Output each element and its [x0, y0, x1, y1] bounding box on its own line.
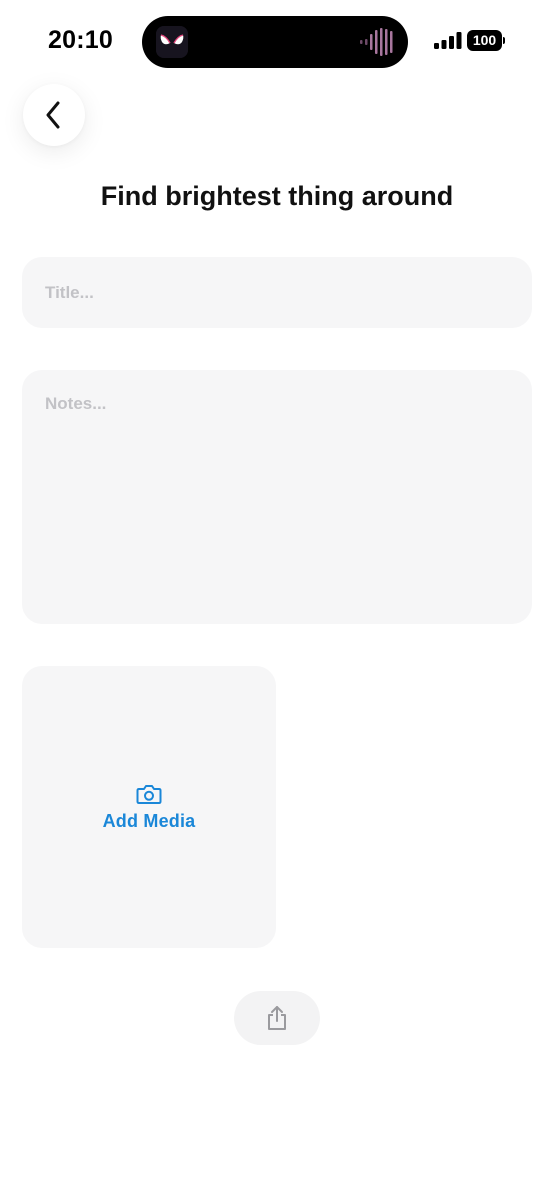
- camera-icon: [136, 784, 162, 804]
- battery-level: 100: [472, 32, 497, 48]
- add-media-button[interactable]: Add Media: [22, 666, 276, 948]
- share-button[interactable]: [234, 991, 320, 1045]
- chevron-left-icon: [46, 101, 60, 129]
- battery-icon: 100: [467, 30, 505, 51]
- notes-field-container: [22, 370, 532, 624]
- notes-input[interactable]: [22, 370, 532, 624]
- title-field-container: [22, 257, 532, 328]
- cellular-signal-icon: [434, 32, 462, 49]
- back-button[interactable]: [23, 84, 85, 146]
- add-media-label: Add Media: [102, 810, 196, 831]
- title-input[interactable]: [22, 257, 532, 328]
- audio-wave-icon: [360, 28, 393, 56]
- app-icon: [156, 26, 188, 58]
- task-detail-screen: 20:10 100 Find brightest thing around Ti…: [0, 0, 554, 1200]
- share-icon: [268, 1006, 286, 1030]
- dynamic-island[interactable]: [142, 16, 408, 68]
- page-title: Find brightest thing around: [100, 181, 454, 211]
- status-time: 20:10: [48, 26, 113, 54]
